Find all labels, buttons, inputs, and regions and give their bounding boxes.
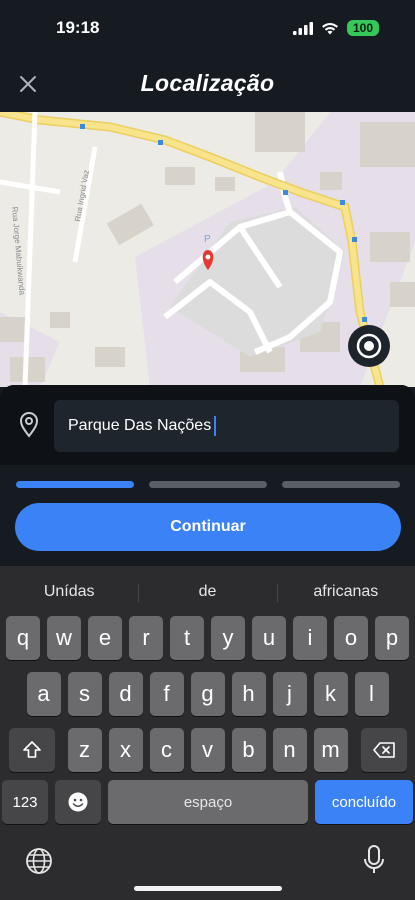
my-location-button[interactable] <box>348 325 390 367</box>
key[interactable]: d <box>108 672 143 716</box>
numbers-key[interactable]: 123 <box>2 780 48 824</box>
suggestion-item[interactable]: de <box>138 576 276 608</box>
emoji-icon <box>68 792 88 812</box>
key[interactable]: x <box>108 728 143 772</box>
key[interactable]: b <box>231 728 266 772</box>
progress-step-2 <box>149 481 267 488</box>
key[interactable]: g <box>190 672 225 716</box>
map-parking-label: P <box>204 234 211 245</box>
key[interactable]: u <box>252 616 286 660</box>
key[interactable]: t <box>170 616 204 660</box>
progress-step-3 <box>282 481 400 488</box>
continue-button[interactable]: Continuar <box>15 503 401 551</box>
suggestion-item[interactable]: Unídas <box>0 576 138 608</box>
keyboard-row-4: 123 espaço concluído <box>0 780 415 824</box>
keyboard-row-1: q w e r t y u i o p <box>0 616 415 660</box>
keyboard: Unídas de africanas q w e r t y u i o p … <box>0 566 415 900</box>
key[interactable]: v <box>190 728 225 772</box>
done-key[interactable]: concluído <box>315 780 413 824</box>
key[interactable]: y <box>211 616 245 660</box>
key[interactable]: o <box>334 616 368 660</box>
bottom-panel: Parque Das Nações Continuar <box>0 385 415 570</box>
backspace-icon <box>372 742 395 758</box>
key[interactable]: n <box>272 728 307 772</box>
suggestion-bar: Unídas de africanas <box>0 576 415 608</box>
home-indicator[interactable] <box>134 886 282 891</box>
key[interactable]: j <box>272 672 307 716</box>
keyboard-row-2: a s d f g h j k l <box>0 672 415 716</box>
key[interactable]: h <box>231 672 266 716</box>
search-section: Parque Das Nações <box>0 385 415 465</box>
key[interactable]: c <box>149 728 184 772</box>
space-key[interactable]: espaço <box>108 780 308 824</box>
text-cursor <box>214 416 217 436</box>
globe-icon[interactable] <box>24 846 54 881</box>
microphone-icon[interactable] <box>362 844 386 881</box>
status-icons: 100 <box>292 20 379 36</box>
key[interactable]: q <box>6 616 40 660</box>
step-progress <box>16 481 400 488</box>
map-view[interactable]: Rua Ingrid Vaz Rua Jorge Mabuikwanda P <box>0 112 415 387</box>
keyboard-row-3: z x c v b n m <box>0 728 415 772</box>
status-bar: 19:18 100 <box>0 0 415 58</box>
page-title: Localização <box>140 70 275 96</box>
backspace-key[interactable] <box>360 728 407 772</box>
shift-key[interactable] <box>8 728 55 772</box>
status-time: 19:18 <box>56 18 100 37</box>
map-pin-icon <box>19 412 39 438</box>
key[interactable]: s <box>67 672 102 716</box>
key[interactable]: r <box>129 616 163 660</box>
key[interactable]: i <box>293 616 327 660</box>
address-input-value: Parque Das Nações <box>68 417 212 434</box>
key[interactable]: l <box>354 672 389 716</box>
key[interactable]: m <box>313 728 348 772</box>
header: Localização <box>0 58 415 112</box>
signal-icon <box>292 21 313 35</box>
key[interactable]: z <box>67 728 102 772</box>
key[interactable]: e <box>88 616 122 660</box>
key[interactable]: p <box>375 616 409 660</box>
crosshair-icon <box>356 333 382 359</box>
suggestion-item[interactable]: africanas <box>276 576 415 608</box>
address-input[interactable]: Parque Das Nações <box>54 400 399 452</box>
key[interactable]: f <box>149 672 184 716</box>
key[interactable]: k <box>313 672 348 716</box>
key[interactable]: w <box>47 616 81 660</box>
progress-step-1 <box>16 481 134 488</box>
battery-indicator: 100 <box>346 20 379 36</box>
map-street-label: Rua Jorge Mabuikwanda <box>10 206 27 295</box>
shift-icon <box>22 741 41 758</box>
emoji-key[interactable] <box>55 780 101 824</box>
key[interactable]: a <box>26 672 61 716</box>
wifi-icon <box>321 22 338 34</box>
